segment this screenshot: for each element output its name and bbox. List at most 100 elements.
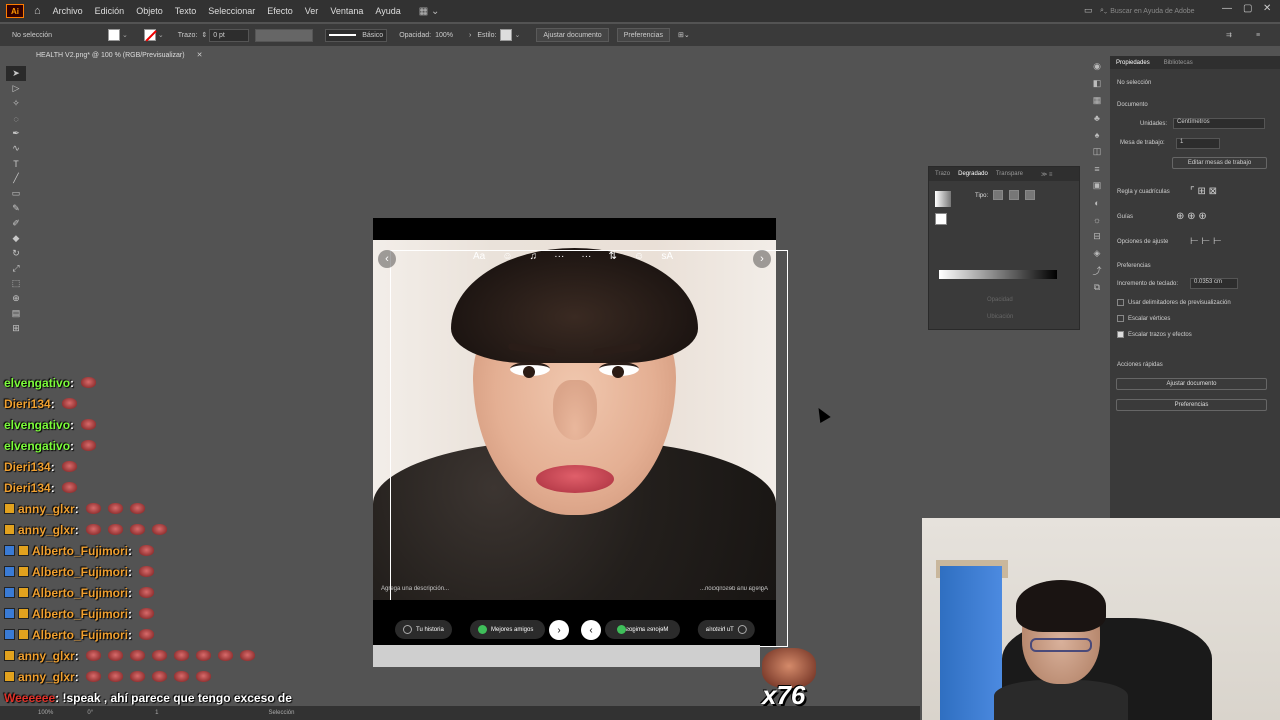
pen-tool-icon[interactable]: ✒ — [6, 126, 26, 141]
chat-username[interactable]: Alberto_Fujimori — [32, 565, 128, 579]
tab-gradient[interactable]: Degradado — [958, 171, 988, 177]
symbols-icon[interactable]: ♠ — [1086, 126, 1108, 143]
fill-stroke-swatch[interactable] — [935, 213, 947, 225]
artboard-dropdown[interactable]: 1 — [1176, 138, 1220, 149]
menu-efecto[interactable]: Efecto — [267, 6, 293, 16]
prev-button[interactable]: ‹ — [581, 620, 601, 640]
chat-username[interactable]: anny_glxr — [18, 502, 75, 516]
chat-username[interactable]: Dieri134 — [4, 460, 51, 474]
text-icon[interactable]: Aa — [473, 251, 485, 267]
menu-ver[interactable]: Ver — [305, 6, 319, 16]
document-tab[interactable]: HEALTH V2.png* @ 100 % (RGB/Previsualiza… — [30, 48, 208, 62]
gradient-icon[interactable]: ▣ — [1086, 177, 1108, 194]
close-tab-icon[interactable]: ✕ — [197, 51, 203, 59]
menu-ayuda[interactable]: Ayuda — [375, 6, 400, 16]
magic-wand-tool-icon[interactable]: ✧ — [6, 96, 26, 111]
appearance-icon[interactable]: ☼ — [1086, 211, 1108, 228]
transparency-icon[interactable]: ◐ — [1086, 194, 1108, 211]
your-story-mirror-button[interactable]: Tu historia — [698, 620, 755, 639]
menu-texto[interactable]: Texto — [175, 6, 197, 16]
music-icon[interactable]: ♫ — [530, 251, 538, 267]
chat-username[interactable]: anny_glxr — [18, 523, 75, 537]
direct-selection-tool-icon[interactable]: ▷ — [6, 81, 26, 96]
panel-menu-icon[interactable]: ≫ ≡ — [1041, 171, 1052, 178]
chevron-right-icon[interactable]: › — [469, 32, 471, 39]
chat-username[interactable]: elvengativo — [4, 439, 70, 453]
panel-options-icon[interactable]: ⇉ — [1226, 31, 1232, 39]
more-icon-mirror[interactable]: ··· — [581, 251, 591, 267]
chat-username[interactable]: anny_glxr — [18, 670, 75, 684]
close-icon[interactable]: ✕ — [1263, 3, 1271, 14]
type-tool-icon[interactable]: T — [6, 156, 26, 171]
workspace-switcher-icon[interactable]: ▦ ⌄ — [419, 6, 440, 17]
chat-username[interactable]: anny_glxr — [18, 649, 75, 663]
layers-icon[interactable]: ◈ — [1086, 245, 1108, 262]
export-icon[interactable]: ⤴ — [1086, 262, 1108, 279]
option-scale-corners[interactable]: Escalar vértices — [1117, 315, 1170, 322]
chevron-down-icon[interactable]: ⌄ — [514, 31, 520, 39]
stroke-weight-field[interactable]: 0 pt — [209, 28, 250, 42]
chat-username[interactable]: Alberto_Fujimori — [32, 607, 128, 621]
align-options-icon[interactable]: ⊞⌄ — [678, 31, 690, 39]
mesh-tool-icon[interactable]: ⊞ — [6, 321, 26, 336]
shaper-tool-icon[interactable]: ✐ — [6, 216, 26, 231]
rectangle-tool-icon[interactable]: ▭ — [6, 186, 26, 201]
your-story-button[interactable]: Tu historia — [395, 620, 452, 639]
opacity-value[interactable]: 100% — [435, 32, 453, 39]
checkbox[interactable] — [1117, 299, 1124, 306]
stepper-icon[interactable]: ⇕ — [201, 31, 207, 39]
paintbrush-tool-icon[interactable]: ✎ — [6, 201, 26, 216]
text-icon-mirror[interactable]: sA — [661, 251, 673, 267]
free-transform-tool-icon[interactable]: ⬚ — [6, 276, 26, 291]
shape-builder-tool-icon[interactable]: ⊕ — [6, 291, 26, 306]
sticker-icon-mirror[interactable]: ☺ — [634, 251, 644, 267]
chat-username[interactable]: elvengativo — [4, 418, 70, 432]
edit-artboards-button[interactable]: Editar mesas de trabajo — [1172, 157, 1267, 169]
line-tool-icon[interactable]: ╱ — [6, 171, 26, 186]
forward-arrow-icon[interactable]: › — [753, 250, 771, 268]
guide-icons[interactable]: ⊕ ⊕ ⊕ — [1176, 211, 1207, 222]
help-search-input[interactable]: Buscar en Ayuda de Adobe — [1110, 8, 1194, 15]
chat-username[interactable]: Weeeeee — [4, 691, 55, 705]
chevron-down-icon[interactable]: ⌄ — [158, 31, 164, 39]
style-swatch[interactable] — [500, 29, 513, 41]
color-guide-icon[interactable]: ◧ — [1086, 75, 1108, 92]
checkbox[interactable] — [1117, 315, 1124, 322]
gradient-preview[interactable] — [935, 191, 951, 207]
brush-field[interactable]: Básico — [325, 28, 388, 42]
ruler-grid-icons[interactable]: ⌜ ⊞ ⊠ — [1190, 186, 1217, 197]
fill-swatch[interactable] — [108, 29, 120, 41]
menu-seleccionar[interactable]: Seleccionar — [208, 6, 255, 16]
scale-tool-icon[interactable]: ⤢ — [6, 261, 26, 276]
color-icon[interactable]: ◉ — [1086, 58, 1108, 75]
menu-ventana[interactable]: Ventana — [330, 6, 363, 16]
menu-archivo[interactable]: Archivo — [53, 6, 83, 16]
hamburger-icon[interactable]: ≡ — [1256, 32, 1260, 39]
arrange-panels-icon[interactable]: ▭ — [1084, 5, 1093, 16]
perspective-grid-tool-icon[interactable]: ▤ — [6, 306, 26, 321]
home-icon[interactable]: ⌂ — [34, 5, 41, 17]
option-scale-strokes[interactable]: Escalar trazos y efectos — [1117, 331, 1192, 338]
next-button[interactable]: › — [549, 620, 569, 640]
tab-transparency[interactable]: Transpare — [996, 171, 1023, 177]
tab-stroke[interactable]: Trazo — [935, 171, 950, 177]
chevron-down-icon[interactable]: ⌄ — [122, 31, 128, 39]
curvature-tool-icon[interactable]: ∿ — [6, 141, 26, 156]
graphic-styles-icon[interactable]: ◫ — [1086, 143, 1108, 160]
rotation-value[interactable]: 0° — [87, 710, 93, 716]
swatches-icon[interactable]: ▦ — [1086, 92, 1108, 109]
linear-gradient-icon[interactable] — [993, 190, 1003, 200]
radial-gradient-icon[interactable] — [1009, 190, 1019, 200]
chat-username[interactable]: Alberto_Fujimori — [32, 628, 128, 642]
fit-document-panel-button[interactable]: Ajustar documento — [1116, 378, 1267, 390]
chat-username[interactable]: Alberto_Fujimori — [32, 586, 128, 600]
tab-properties[interactable]: Propiedades — [1116, 60, 1150, 66]
best-friends-mirror-button[interactable]: Mejores amigos — [605, 620, 680, 639]
menu-objeto[interactable]: Objeto — [136, 6, 163, 16]
maximize-icon[interactable]: ▢ — [1243, 3, 1252, 14]
chat-username[interactable]: Dieri134 — [4, 481, 51, 495]
back-arrow-icon[interactable]: ‹ — [378, 250, 396, 268]
chat-username[interactable]: elvengativo — [4, 376, 70, 390]
rotate-tool-icon[interactable]: ↻ — [6, 246, 26, 261]
help-search[interactable]: ⌕⌄ Buscar en Ayuda de Adobe — [1100, 4, 1210, 18]
